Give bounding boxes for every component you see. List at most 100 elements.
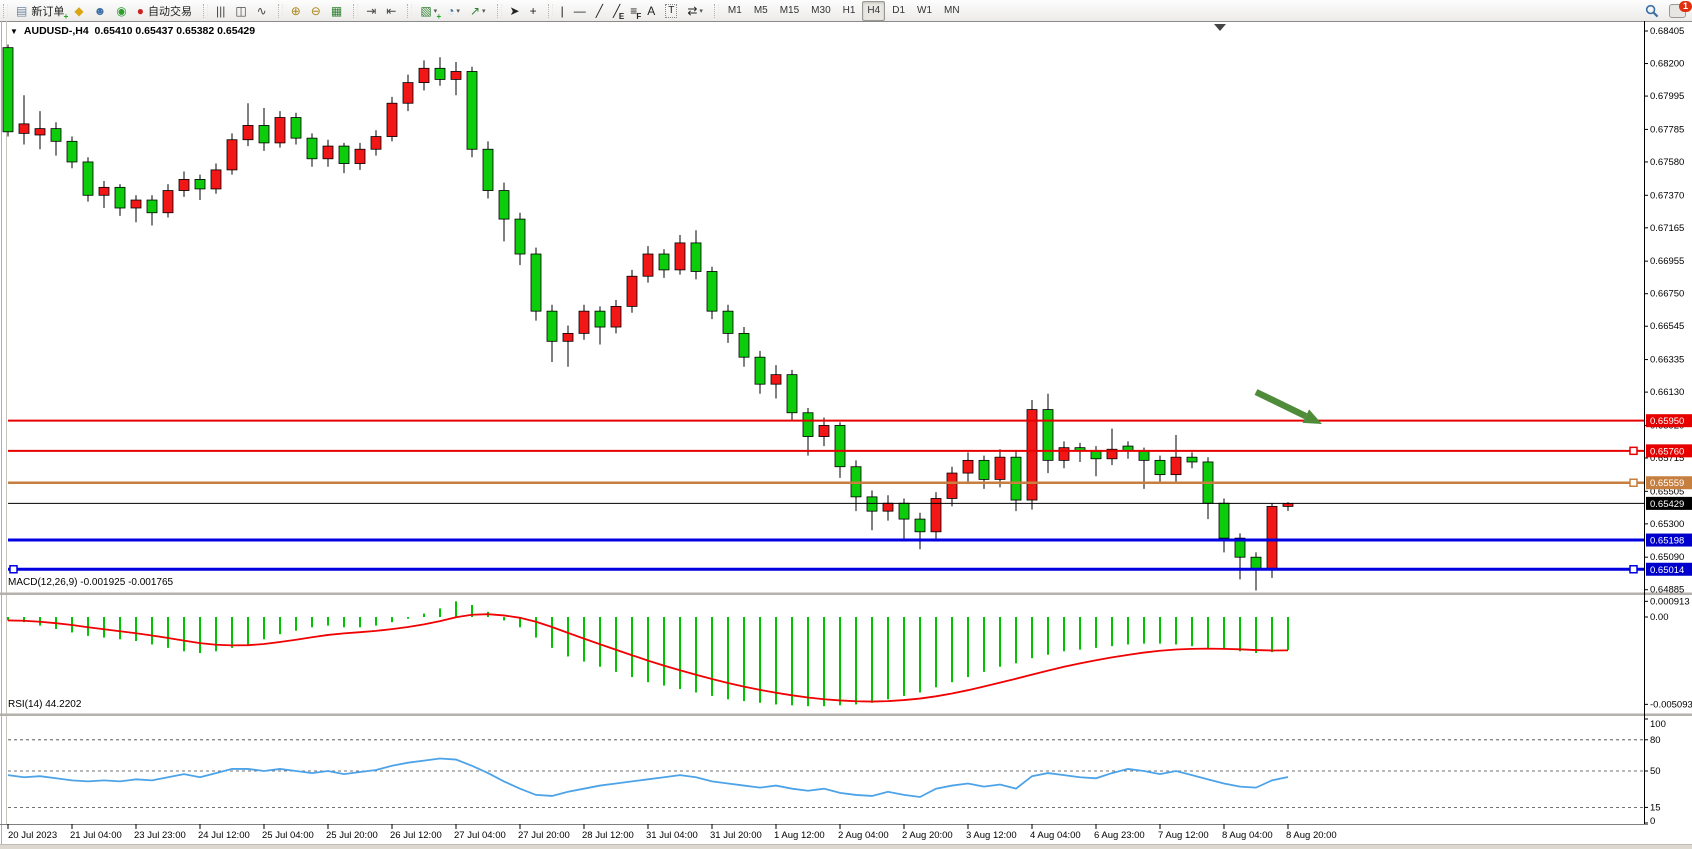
- candle-body-down[interactable]: [1091, 451, 1101, 459]
- candle-body-up[interactable]: [579, 311, 589, 333]
- candle-body-up[interactable]: [643, 254, 653, 276]
- toolbar-cursor-icon[interactable]: ➤: [506, 1, 524, 21]
- candle-body-down[interactable]: [467, 71, 477, 149]
- candle-body-down[interactable]: [1251, 557, 1261, 568]
- candle-body-up[interactable]: [675, 243, 685, 270]
- candle-body-up[interactable]: [323, 146, 333, 159]
- candle-body-down[interactable]: [83, 162, 93, 195]
- candle-body-down[interactable]: [259, 125, 269, 142]
- candle-body-down[interactable]: [307, 138, 317, 159]
- candle-body-down[interactable]: [547, 311, 557, 341]
- candle-body-up[interactable]: [947, 473, 957, 498]
- candle-body-up[interactable]: [371, 137, 381, 150]
- candle-body-up[interactable]: [243, 125, 253, 139]
- toolbar-tile-windows-icon[interactable]: ▦: [327, 1, 346, 21]
- toolbar-tf-h4-button[interactable]: H4: [862, 1, 885, 21]
- toolbar-tf-m5-button[interactable]: M5: [749, 1, 773, 21]
- candle-body-down[interactable]: [515, 219, 525, 254]
- candle-body-up[interactable]: [19, 124, 29, 134]
- candle-body-up[interactable]: [627, 276, 637, 306]
- toolbar-auto-scroll-icon[interactable]: ⇥: [362, 1, 380, 21]
- candle-body-up[interactable]: [963, 460, 973, 473]
- line-handle[interactable]: [1630, 479, 1637, 486]
- toolbar-new-order-icon[interactable]: ▤+新订单: [12, 1, 68, 21]
- chart-shift-marker[interactable]: [1214, 24, 1226, 31]
- toolbar-zoom-in-icon[interactable]: ⊕: [287, 1, 305, 21]
- candle-body-down[interactable]: [1043, 410, 1053, 461]
- toolbar-tf-h1-button[interactable]: H1: [838, 1, 861, 21]
- toolbar-chart-shift-icon[interactable]: ⇤: [382, 1, 400, 21]
- candle-body-down[interactable]: [147, 200, 157, 213]
- toolbar-tf-m15-button[interactable]: M15: [775, 1, 804, 21]
- candle-body-down[interactable]: [659, 254, 669, 270]
- candle-body-down[interactable]: [595, 311, 605, 327]
- candle-body-down[interactable]: [195, 179, 205, 189]
- candle-body-down[interactable]: [787, 375, 797, 413]
- candle-body-down[interactable]: [915, 519, 925, 532]
- toolbar-signals-icon[interactable]: ◉: [112, 1, 130, 21]
- toolbar-tf-w1-button[interactable]: W1: [912, 1, 937, 21]
- candle-body-down[interactable]: [115, 187, 125, 208]
- candle-body-up[interactable]: [419, 68, 429, 82]
- candle-body-down[interactable]: [707, 271, 717, 311]
- toolbar-periods-icon[interactable]: ◔▾: [443, 1, 464, 21]
- toolbar-equidistant-channel-tool-icon[interactable]: ╱E: [609, 1, 624, 21]
- candle-body-down[interactable]: [3, 48, 13, 132]
- toolbar-tf-m30-button[interactable]: M30: [806, 1, 835, 21]
- candle-body-down[interactable]: [899, 503, 909, 519]
- toolbar-chart-style-icon[interactable]: ◆: [70, 1, 87, 21]
- toolbar-tf-d1-button[interactable]: D1: [887, 1, 910, 21]
- candle-body-down[interactable]: [803, 413, 813, 437]
- notifications-icon[interactable]: 1: [1669, 4, 1686, 18]
- toolbar-line-chart-mode-icon[interactable]: ∿: [253, 1, 271, 21]
- arrow-annotation[interactable]: [1256, 392, 1306, 416]
- toolbar-horizontal-line-tool-icon[interactable]: —: [570, 1, 590, 21]
- toolbar-trendline-tool-icon[interactable]: ╱: [592, 1, 607, 21]
- candle-body-up[interactable]: [611, 306, 621, 327]
- candle-body-up[interactable]: [275, 118, 285, 143]
- candle-body-up[interactable]: [1027, 410, 1037, 500]
- candle-body-down[interactable]: [339, 146, 349, 163]
- candle-body-down[interactable]: [51, 129, 61, 142]
- candle-body-down[interactable]: [691, 243, 701, 272]
- candle-body-down[interactable]: [1219, 503, 1229, 538]
- toolbar-tf-mn-button[interactable]: MN: [939, 1, 965, 21]
- toolbar-autotrading-icon[interactable]: ●自动交易: [133, 1, 196, 21]
- candle-body-up[interactable]: [1059, 448, 1069, 461]
- candle-body-down[interactable]: [835, 425, 845, 466]
- candle-body-down[interactable]: [499, 191, 509, 220]
- candle-body-up[interactable]: [1171, 457, 1181, 474]
- line-handle[interactable]: [1630, 566, 1637, 573]
- candle-body-up[interactable]: [131, 200, 141, 208]
- toolbar-new-chart-icon[interactable]: ▧+▾: [416, 1, 441, 21]
- candle-body-up[interactable]: [451, 71, 461, 79]
- candle-body-down[interactable]: [67, 141, 77, 162]
- candle-body-up[interactable]: [227, 140, 237, 170]
- toolbar-indicators-list-icon[interactable]: ↗▾: [466, 1, 490, 21]
- horizontal-scrollbar[interactable]: [0, 844, 1692, 849]
- candle-body-up[interactable]: [995, 457, 1005, 479]
- candle-body-up[interactable]: [163, 191, 173, 213]
- candle-body-up[interactable]: [819, 425, 829, 436]
- pane-separator-macd[interactable]: [0, 593, 1692, 596]
- toolbar-tf-m1-button[interactable]: M1: [723, 1, 747, 21]
- candle-body-down[interactable]: [1155, 460, 1165, 474]
- candle-body-up[interactable]: [1267, 506, 1277, 568]
- chart-area[interactable]: 0.684050.682000.679950.677850.675800.673…: [0, 21, 1692, 849]
- one-click-trading-toggle-icon[interactable]: ▼: [10, 27, 18, 36]
- candle-body-down[interactable]: [1139, 451, 1149, 461]
- candle-body-up[interactable]: [403, 83, 413, 104]
- toolbar-vertical-line-tool-icon[interactable]: |: [557, 1, 568, 21]
- candle-body-up[interactable]: [387, 103, 397, 136]
- candle-body-down[interactable]: [1187, 457, 1197, 462]
- candle-body-down[interactable]: [435, 68, 445, 79]
- candle-body-down[interactable]: [531, 254, 541, 311]
- toolbar-text-label-tool-icon[interactable]: T: [661, 1, 681, 21]
- toolbar-arrows-tool-icon[interactable]: ⇄▾: [683, 1, 707, 21]
- line-handle[interactable]: [10, 566, 17, 573]
- candle-body-down[interactable]: [867, 497, 877, 511]
- candle-body-up[interactable]: [35, 129, 45, 135]
- toolbar-candlestick-mode-icon[interactable]: ◫: [231, 1, 250, 21]
- line-handle[interactable]: [1630, 447, 1637, 454]
- toolbar-fibonacci-tool-icon[interactable]: ≡F: [626, 1, 641, 21]
